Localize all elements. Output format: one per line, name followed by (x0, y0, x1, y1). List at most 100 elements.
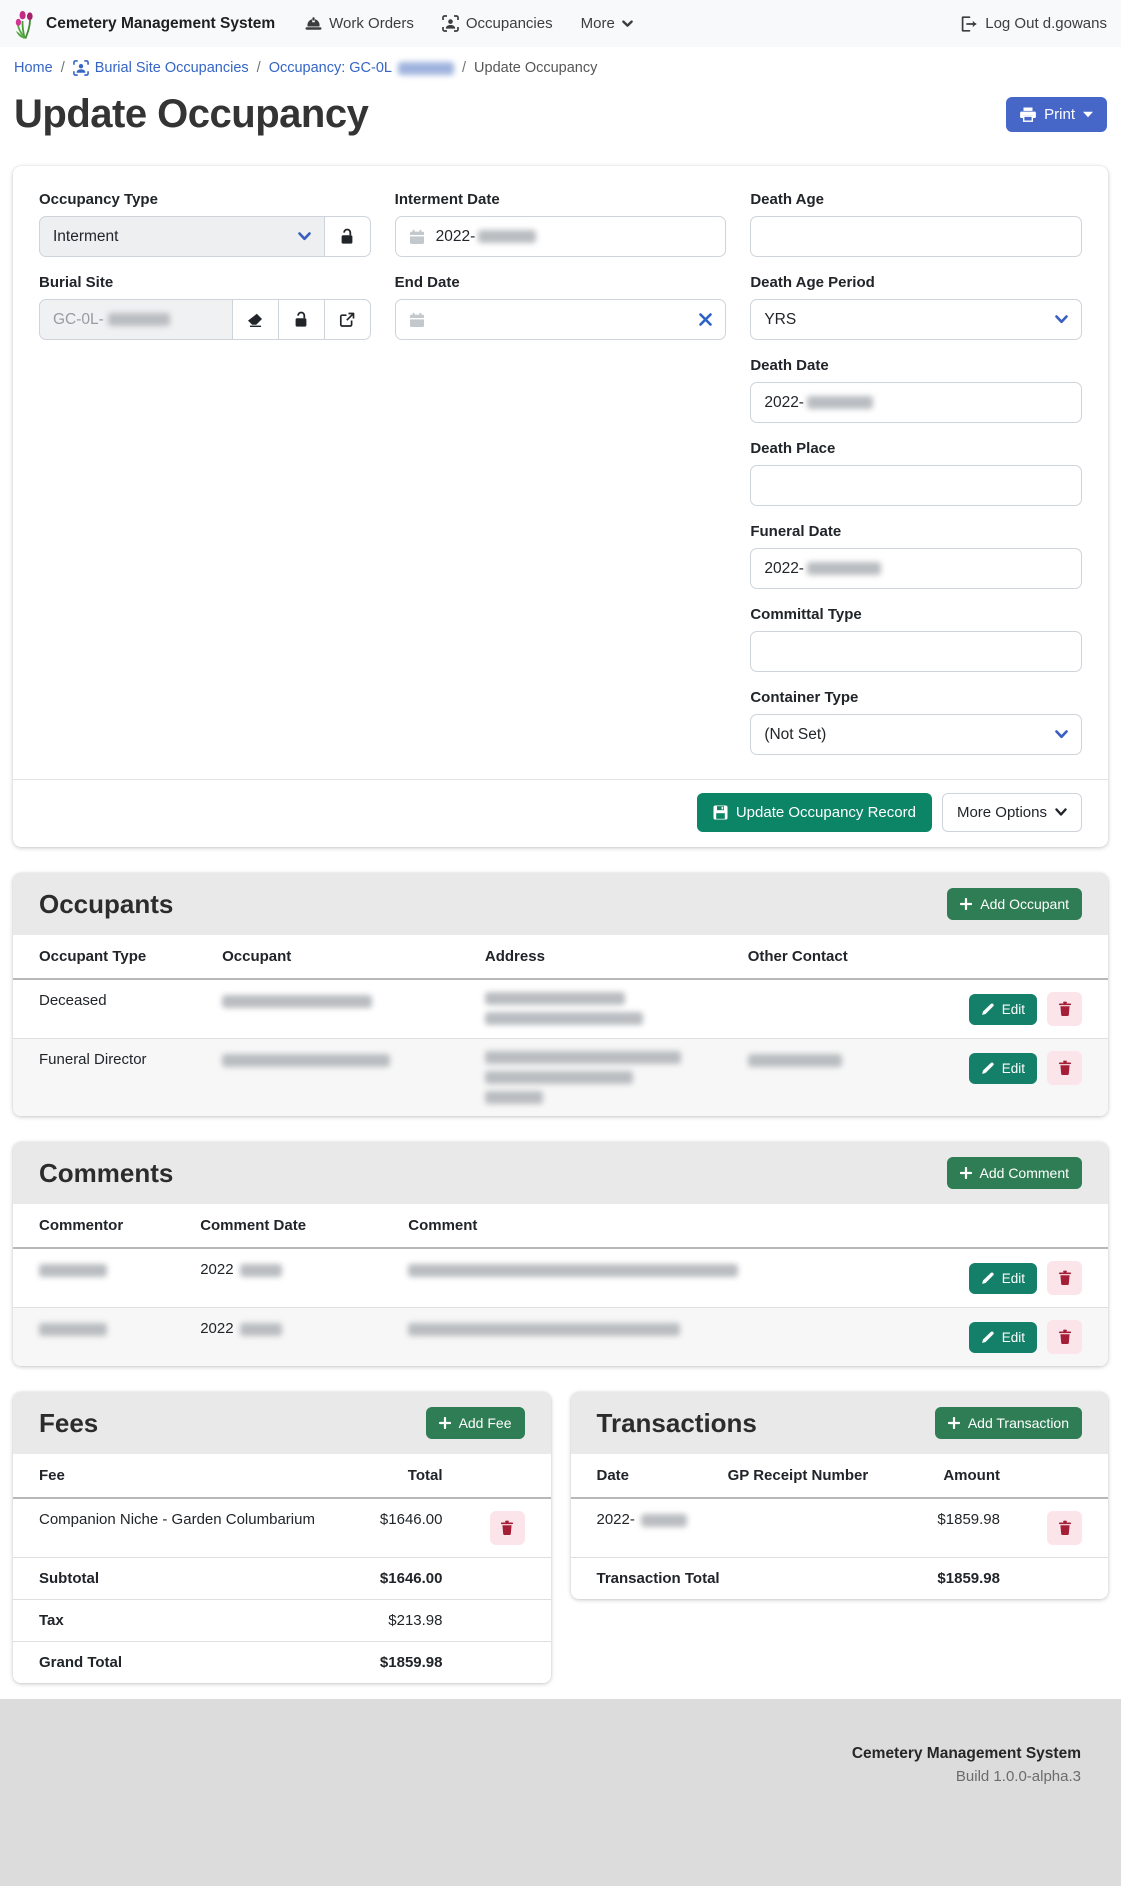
pencil-icon (981, 1331, 994, 1344)
burial-site-input[interactable]: GC-0L- (39, 299, 233, 340)
fees-section: Fees Add Fee Fee Total Companion Niche -… (13, 1392, 551, 1683)
transaction-amount-cell: $1859.98 (893, 1498, 1012, 1558)
transaction-total-label: Transaction Total (571, 1558, 894, 1600)
update-occupancy-record-label: Update Occupancy Record (736, 804, 916, 821)
death-date-input[interactable]: 2022- (750, 382, 1082, 423)
more-options-label: More Options (957, 804, 1047, 821)
funeral-date-input[interactable]: 2022- (750, 548, 1082, 589)
committal-type-label: Committal Type (750, 605, 1082, 624)
edit-button[interactable]: Edit (969, 994, 1037, 1025)
trash-icon (1058, 1001, 1072, 1017)
burial-site-lock-button[interactable] (279, 299, 325, 340)
committal-type-input[interactable] (750, 631, 1082, 672)
edit-label: Edit (1002, 1330, 1025, 1345)
row-actions: Edit (945, 1261, 1082, 1295)
redacted-text (748, 1054, 842, 1067)
breadcrumb-home[interactable]: Home (14, 60, 53, 76)
occupants-title: Occupants (39, 888, 173, 920)
nav-label-more: More (581, 15, 615, 32)
footer-app-name: Cemetery Management System (40, 1745, 1081, 1763)
death-place-label: Death Place (750, 439, 1082, 458)
update-occupancy-record-button[interactable]: Update Occupancy Record (697, 793, 932, 832)
end-date-label: End Date (395, 273, 727, 292)
table-row: Funeral Director Edit (13, 1039, 1108, 1117)
trash-icon (1058, 1520, 1072, 1536)
trash-icon (1058, 1329, 1072, 1345)
address-cell (473, 979, 736, 1039)
row-actions: Edit (945, 992, 1082, 1026)
navbar-links: Work Orders Occupancies More (305, 15, 633, 32)
grand-total-label: Grand Total (13, 1642, 331, 1684)
chevron-down-icon (1055, 315, 1068, 324)
delete-button[interactable] (1047, 1511, 1082, 1545)
death-age-period-select[interactable]: YRS (750, 299, 1082, 340)
more-options-button[interactable]: More Options (942, 793, 1082, 832)
occupancy-type-label: Occupancy Type (39, 190, 371, 209)
occupancy-form: Occupancy Type Interment (13, 166, 1108, 779)
grand-total-row: Grand Total $1859.98 (13, 1642, 551, 1684)
nav-item-occupancies[interactable]: Occupancies (442, 15, 553, 32)
nav-label-work-orders: Work Orders (329, 15, 414, 32)
sign-out-icon (960, 16, 977, 32)
nav-item-work-orders[interactable]: Work Orders (305, 15, 414, 32)
column-header: GP Receipt Number (716, 1454, 893, 1498)
tax-row: Tax $213.98 (13, 1600, 551, 1642)
form-column-3: Death Age Death Age Period YRS Death Dat… (750, 190, 1082, 771)
delete-button[interactable] (1047, 1051, 1082, 1085)
eraser-icon (247, 313, 263, 327)
delete-button[interactable] (490, 1511, 525, 1545)
pencil-icon (981, 1062, 994, 1075)
printer-icon (1020, 107, 1036, 122)
occupancy-type-select[interactable]: Interment (39, 216, 325, 257)
redacted-text (807, 396, 873, 409)
trash-icon (500, 1520, 514, 1536)
death-place-input[interactable] (750, 465, 1082, 506)
redacted-text (408, 1264, 738, 1277)
clear-x-icon[interactable] (699, 313, 712, 326)
burial-site-clear-button[interactable] (233, 299, 279, 340)
transaction-total-value: $1859.98 (893, 1558, 1012, 1600)
navbar-brand[interactable]: Cemetery Management System (14, 9, 275, 39)
print-button[interactable]: Print (1006, 97, 1107, 132)
edit-label: Edit (1002, 1061, 1025, 1076)
occupancy-type-lock-button[interactable] (325, 216, 371, 257)
add-fee-button[interactable]: Add Fee (426, 1407, 525, 1439)
add-occupant-label: Add Occupant (980, 896, 1069, 912)
add-comment-button[interactable]: Add Comment (947, 1157, 1082, 1189)
unlock-icon (293, 311, 309, 328)
interment-date-input[interactable]: 2022- (395, 216, 727, 257)
edit-button[interactable]: Edit (969, 1322, 1037, 1353)
comments-header: Comments Add Comment (13, 1142, 1108, 1204)
column-header-actions (455, 1454, 551, 1498)
column-header: Comment Date (188, 1204, 396, 1248)
chevron-down-icon (1055, 730, 1068, 739)
redacted-text (39, 1264, 107, 1277)
edit-button[interactable]: Edit (969, 1263, 1037, 1294)
delete-button[interactable] (1047, 1261, 1082, 1295)
caret-down-icon (1083, 111, 1093, 118)
redacted-text (485, 1012, 643, 1025)
burial-site-open-link-button[interactable] (325, 299, 371, 340)
breadcrumb-burial-site-occupancies[interactable]: Burial Site Occupancies (73, 60, 249, 76)
add-transaction-button[interactable]: Add Transaction (935, 1407, 1082, 1439)
delete-button[interactable] (1047, 992, 1082, 1026)
add-occupant-button[interactable]: Add Occupant (947, 888, 1082, 920)
end-date-input[interactable] (395, 299, 727, 340)
logout-button[interactable]: Log Out d.gowans (960, 15, 1107, 32)
fees-header: Fees Add Fee (13, 1392, 551, 1454)
comment-date-value: 2022 (200, 1261, 233, 1278)
column-header: Comment (396, 1204, 933, 1248)
nav-item-more[interactable]: More (581, 15, 633, 32)
form-column-2: Interment Date 2022- End Date (395, 190, 727, 771)
breadcrumb-occupancy-label: Occupancy: GC-0L (269, 60, 392, 76)
breadcrumb-occupancy[interactable]: Occupancy: GC-0L (269, 60, 454, 76)
death-age-input[interactable] (750, 216, 1082, 257)
edit-button[interactable]: Edit (969, 1053, 1037, 1084)
burial-site-label: Burial Site (39, 273, 371, 292)
container-type-select[interactable]: (Not Set) (750, 714, 1082, 755)
table-row: 2022 Edit (13, 1308, 1108, 1367)
delete-button[interactable] (1047, 1320, 1082, 1354)
person-boundingbox-icon (442, 15, 459, 32)
chevron-down-icon (1055, 808, 1067, 817)
chevron-down-icon (298, 232, 311, 241)
